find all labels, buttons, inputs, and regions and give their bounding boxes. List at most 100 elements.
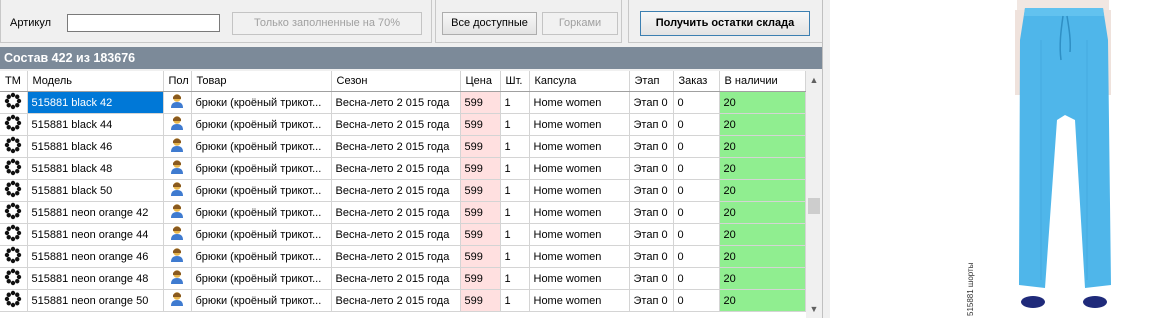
- v-nalichii-cell[interactable]: 20: [719, 91, 806, 114]
- filled-70-button[interactable]: Только заполненные на 70%: [232, 12, 422, 35]
- tm-cell[interactable]: [0, 289, 28, 312]
- tm-cell[interactable]: [0, 201, 28, 224]
- kapsula-cell[interactable]: Home women: [529, 157, 630, 180]
- table-row[interactable]: 515881 black 48 брюки (кроёный трикот... В…: [0, 157, 806, 180]
- pol-cell[interactable]: [163, 201, 192, 224]
- tovar-cell[interactable]: брюки (кроёный трикот...: [191, 245, 332, 268]
- model-cell[interactable]: 515881 black 48: [27, 157, 164, 180]
- kapsula-cell[interactable]: Home women: [529, 245, 630, 268]
- pol-cell[interactable]: [163, 91, 192, 114]
- sht-cell[interactable]: 1: [500, 91, 530, 114]
- sht-cell[interactable]: 1: [500, 113, 530, 136]
- table-row[interactable]: 515881 black 44 брюки (кроёный трикот... В…: [0, 113, 806, 136]
- zakaz-cell[interactable]: 0: [673, 245, 720, 268]
- etap-cell[interactable]: Этап 0: [629, 135, 674, 158]
- v-nalichii-cell[interactable]: 20: [719, 113, 806, 136]
- v-nalichii-cell[interactable]: 20: [719, 201, 806, 224]
- cena-cell[interactable]: 599: [460, 223, 501, 246]
- kapsula-cell[interactable]: Home women: [529, 179, 630, 202]
- column-header-sezon[interactable]: Сезон: [331, 71, 461, 92]
- table-row[interactable]: 515881 black 42 брюки (кроёный трикот... В…: [0, 91, 806, 114]
- cena-cell[interactable]: 599: [460, 179, 501, 202]
- table-row[interactable]: 515881 black 46 брюки (кроёный трикот... В…: [0, 135, 806, 158]
- zakaz-cell[interactable]: 0: [673, 179, 720, 202]
- column-header-cena[interactable]: Цена: [460, 71, 501, 92]
- tm-cell[interactable]: [0, 157, 28, 180]
- sezon-cell[interactable]: Весна-лето 2 015 года: [331, 179, 461, 202]
- sht-cell[interactable]: 1: [500, 245, 530, 268]
- pol-cell[interactable]: [163, 113, 192, 136]
- table-row[interactable]: 515881 neon orange 48 брюки (кроёный трик…: [0, 267, 806, 290]
- kapsula-cell[interactable]: Home women: [529, 267, 630, 290]
- scroll-up-icon[interactable]: ▲: [806, 73, 822, 87]
- sht-cell[interactable]: 1: [500, 201, 530, 224]
- cena-cell[interactable]: 599: [460, 289, 501, 312]
- table-row[interactable]: 515881 black 50 брюки (кроёный трикот... В…: [0, 179, 806, 202]
- column-header-pol[interactable]: Пол: [163, 71, 192, 92]
- kapsula-cell[interactable]: Home women: [529, 289, 630, 312]
- table-row[interactable]: 515881 neon orange 44 брюки (кроёный трик…: [0, 223, 806, 246]
- sezon-cell[interactable]: Весна-лето 2 015 года: [331, 245, 461, 268]
- tovar-cell[interactable]: брюки (кроёный трикот...: [191, 289, 332, 312]
- model-cell[interactable]: 515881 neon orange 50: [27, 289, 164, 312]
- column-header-kapsula[interactable]: Капсула: [529, 71, 630, 92]
- cena-cell[interactable]: 599: [460, 157, 501, 180]
- pol-cell[interactable]: [163, 135, 192, 158]
- pol-cell[interactable]: [163, 223, 192, 246]
- pol-cell[interactable]: [163, 245, 192, 268]
- column-header-model[interactable]: Модель: [27, 71, 164, 92]
- cena-cell[interactable]: 599: [460, 245, 501, 268]
- sezon-cell[interactable]: Весна-лето 2 015 года: [331, 157, 461, 180]
- tovar-cell[interactable]: брюки (кроёный трикот...: [191, 201, 332, 224]
- etap-cell[interactable]: Этап 0: [629, 113, 674, 136]
- v-nalichii-cell[interactable]: 20: [719, 135, 806, 158]
- scroll-down-icon[interactable]: ▼: [806, 302, 822, 316]
- sht-cell[interactable]: 1: [500, 289, 530, 312]
- sezon-cell[interactable]: Весна-лето 2 015 года: [331, 289, 461, 312]
- tovar-cell[interactable]: брюки (кроёный трикот...: [191, 179, 332, 202]
- artikul-input[interactable]: [67, 14, 220, 32]
- tovar-cell[interactable]: брюки (кроёный трикот...: [191, 113, 332, 136]
- sezon-cell[interactable]: Весна-лето 2 015 года: [331, 223, 461, 246]
- pane-splitter[interactable]: [822, 0, 830, 318]
- zakaz-cell[interactable]: 0: [673, 91, 720, 114]
- cena-cell[interactable]: 599: [460, 91, 501, 114]
- kapsula-cell[interactable]: Home women: [529, 113, 630, 136]
- zakaz-cell[interactable]: 0: [673, 289, 720, 312]
- v-nalichii-cell[interactable]: 20: [719, 267, 806, 290]
- v-nalichii-cell[interactable]: 20: [719, 223, 806, 246]
- kapsula-cell[interactable]: Home women: [529, 223, 630, 246]
- kapsula-cell[interactable]: Home women: [529, 135, 630, 158]
- table-row[interactable]: 515881 neon orange 50 брюки (кроёный трик…: [0, 289, 806, 312]
- sht-cell[interactable]: 1: [500, 179, 530, 202]
- column-header-etap[interactable]: Этап: [629, 71, 674, 92]
- tovar-cell[interactable]: брюки (кроёный трикот...: [191, 267, 332, 290]
- sht-cell[interactable]: 1: [500, 135, 530, 158]
- tovar-cell[interactable]: брюки (кроёный трикот...: [191, 135, 332, 158]
- tm-cell[interactable]: [0, 113, 28, 136]
- tm-cell[interactable]: [0, 135, 28, 158]
- tm-cell[interactable]: [0, 179, 28, 202]
- model-cell[interactable]: 515881 neon orange 48: [27, 267, 164, 290]
- cena-cell[interactable]: 599: [460, 267, 501, 290]
- cena-cell[interactable]: 599: [460, 201, 501, 224]
- etap-cell[interactable]: Этап 0: [629, 157, 674, 180]
- gorkami-button[interactable]: Горками: [542, 12, 618, 35]
- tm-cell[interactable]: [0, 91, 28, 114]
- sezon-cell[interactable]: Весна-лето 2 015 года: [331, 135, 461, 158]
- etap-cell[interactable]: Этап 0: [629, 267, 674, 290]
- column-header-tm[interactable]: ТМ: [0, 71, 28, 92]
- etap-cell[interactable]: Этап 0: [629, 289, 674, 312]
- pol-cell[interactable]: [163, 289, 192, 312]
- sezon-cell[interactable]: Весна-лето 2 015 года: [331, 91, 461, 114]
- scroll-thumb[interactable]: [808, 198, 820, 214]
- etap-cell[interactable]: Этап 0: [629, 245, 674, 268]
- zakaz-cell[interactable]: 0: [673, 135, 720, 158]
- cena-cell[interactable]: 599: [460, 113, 501, 136]
- v-nalichii-cell[interactable]: 20: [719, 289, 806, 312]
- model-cell[interactable]: 515881 black 50: [27, 179, 164, 202]
- etap-cell[interactable]: Этап 0: [629, 91, 674, 114]
- sezon-cell[interactable]: Весна-лето 2 015 года: [331, 201, 461, 224]
- pol-cell[interactable]: [163, 179, 192, 202]
- model-cell[interactable]: 515881 neon orange 46: [27, 245, 164, 268]
